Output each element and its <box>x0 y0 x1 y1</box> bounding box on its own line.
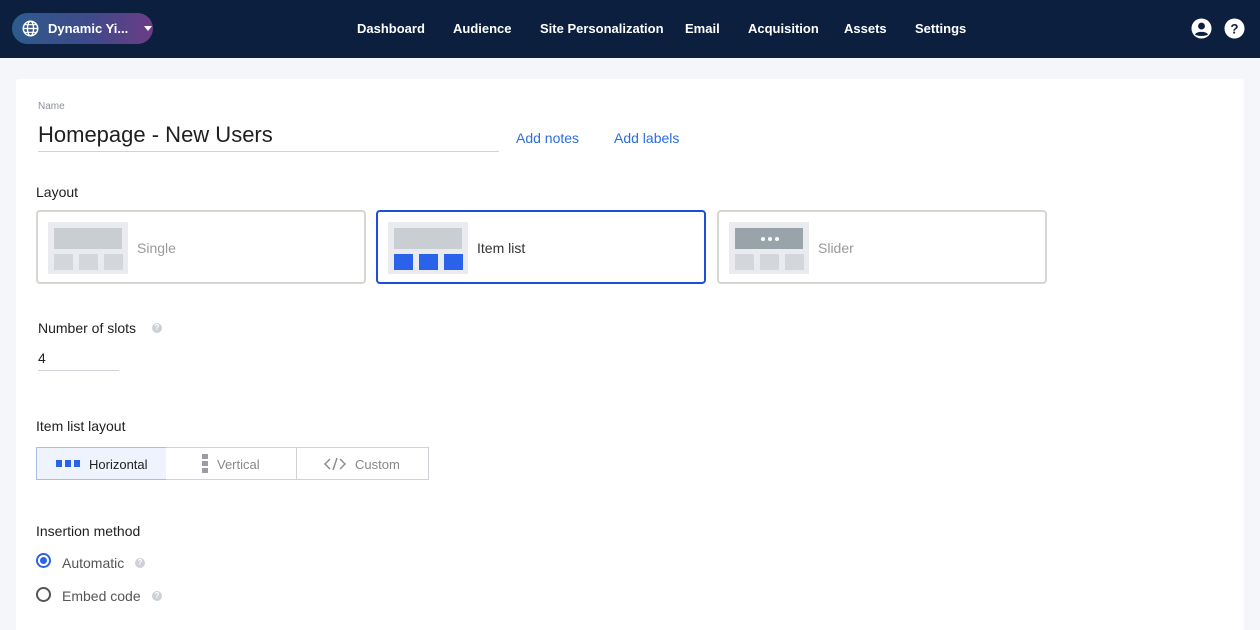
item-list-layout-icon <box>388 222 468 274</box>
item-list-layout-custom[interactable]: Custom <box>297 447 429 480</box>
nav-site-personalization[interactable]: Site Personalization <box>540 21 664 36</box>
site-selector[interactable]: Dynamic Yi... <box>12 13 153 44</box>
name-input[interactable] <box>38 119 499 152</box>
chevron-down-icon <box>144 26 152 31</box>
campaign-settings-card <box>16 79 1244 630</box>
nav-dashboard[interactable]: Dashboard <box>357 21 425 36</box>
globe-icon <box>22 20 39 37</box>
nav-email[interactable]: Email <box>685 21 720 36</box>
layout-title: Layout <box>36 184 79 200</box>
nav-assets[interactable]: Assets <box>844 21 887 36</box>
top-navigation-bar: Dynamic Yi... Dashboard Audience Site Pe… <box>0 0 1260 58</box>
help-icon[interactable]: ? <box>135 558 145 568</box>
insertion-embed-code-label[interactable]: Embed code <box>62 588 141 604</box>
item-list-layout-horizontal[interactable]: Horizontal <box>36 447 167 480</box>
nav-acquisition[interactable]: Acquisition <box>748 21 819 36</box>
layout-option-label: Single <box>137 240 176 256</box>
vertical-layout-icon <box>202 454 208 473</box>
segment-label: Vertical <box>217 457 260 472</box>
single-layout-icon <box>48 222 128 274</box>
slots-label: Number of slots <box>38 320 137 336</box>
svg-text:?: ? <box>1230 21 1238 36</box>
insertion-embed-code-radio[interactable] <box>36 587 51 602</box>
help-icon[interactable]: ? <box>152 591 162 601</box>
layout-option-item-list[interactable]: Item list <box>376 210 706 284</box>
horizontal-layout-icon <box>56 460 80 467</box>
help-icon[interactable]: ? <box>152 323 162 333</box>
segment-label: Horizontal <box>89 457 148 472</box>
add-notes-link[interactable]: Add notes <box>516 130 579 146</box>
layout-option-slider[interactable]: Slider <box>717 210 1047 284</box>
insertion-automatic-radio[interactable] <box>36 553 51 568</box>
insertion-method-title: Insertion method <box>36 523 141 539</box>
insertion-automatic-label[interactable]: Automatic <box>62 555 124 571</box>
code-icon <box>324 457 346 471</box>
layout-option-single[interactable]: Single <box>36 210 366 284</box>
site-selector-label: Dynamic Yi... <box>48 21 129 36</box>
slots-input[interactable] <box>38 346 119 371</box>
add-labels-link[interactable]: Add labels <box>614 130 679 146</box>
name-label: Name <box>38 101 65 112</box>
help-icon[interactable]: ? <box>1224 18 1245 39</box>
segment-label: Custom <box>355 457 400 472</box>
item-list-layout-title: Item list layout <box>36 418 126 434</box>
layout-option-label: Slider <box>818 240 854 256</box>
nav-audience[interactable]: Audience <box>453 21 512 36</box>
slider-layout-icon <box>729 222 809 274</box>
nav-settings[interactable]: Settings <box>915 21 966 36</box>
item-list-layout-vertical[interactable]: Vertical <box>166 447 297 480</box>
layout-option-label: Item list <box>477 240 526 256</box>
account-icon[interactable] <box>1191 18 1212 39</box>
